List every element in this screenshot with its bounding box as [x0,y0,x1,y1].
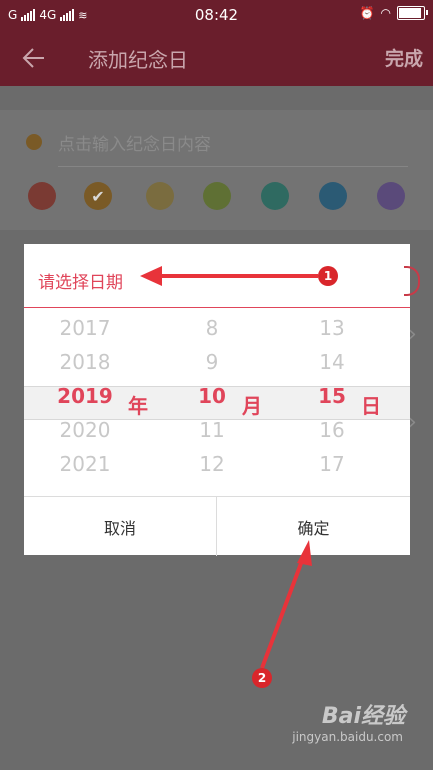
baidu-watermark-logo: Bai经验 [321,704,405,729]
annotation-marker-1: 1 [318,266,338,286]
annotation-arrow-2 [260,557,305,669]
baidu-watermark-url: jingyan.baidu.com [292,730,403,744]
annotation-marker-2: 2 [252,668,272,688]
annotation-arrowhead-2 [297,540,312,566]
annotation-arrowhead-1 [140,266,162,286]
annotation-overlay [140,266,318,669]
